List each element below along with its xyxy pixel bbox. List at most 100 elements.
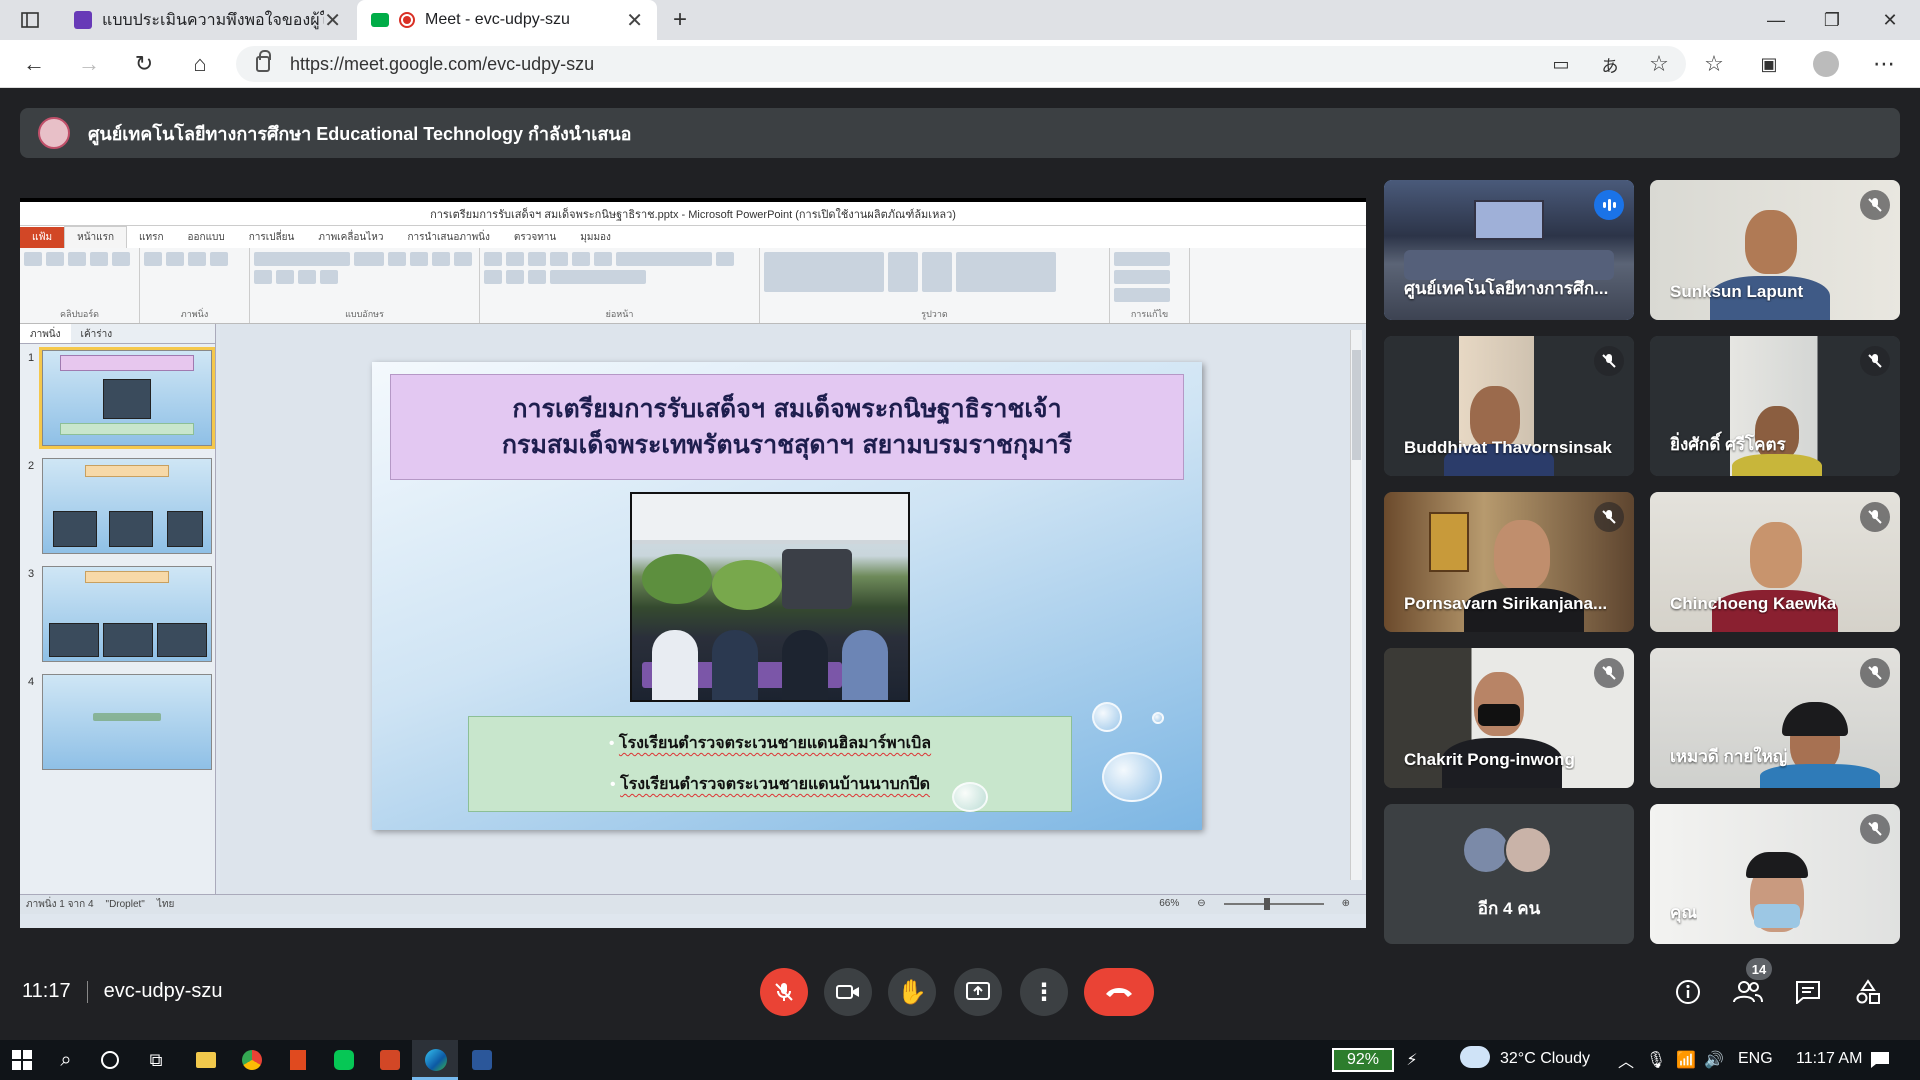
activities-icon: [1856, 979, 1880, 1004]
zoom-out-icon: ⊖: [1197, 898, 1206, 909]
line-icon[interactable]: [332, 1048, 356, 1072]
participant-name: Chinchoeng Kaewka: [1670, 594, 1837, 613]
new-tab-icon[interactable]: +: [668, 6, 692, 33]
more-participants-tile[interactable]: อีก 4 คน: [1384, 804, 1634, 944]
people-icon: [1733, 981, 1763, 1003]
input-language[interactable]: ENG: [1738, 1050, 1773, 1068]
mic-off-icon: [1860, 190, 1890, 220]
ppt-tab-design: ออกแบบ: [187, 232, 225, 243]
ppt-ribbon: คลิปบอร์ด ภาพนิ่ง แบบอักษร ย่อหน้า รูปวา…: [20, 248, 1366, 324]
close-tab-icon[interactable]: ✕: [626, 8, 643, 33]
weather-text[interactable]: 32°C Cloudy: [1500, 1050, 1590, 1068]
slides-panel: ภาพนิ่ง เค้าร่าง 1 2 3 4: [20, 324, 216, 894]
leave-call-button[interactable]: [1084, 968, 1154, 1016]
meeting-time: 11:17: [22, 980, 71, 1002]
browser-tab-bar: แบบประเมินความพึงพอใจของผู้ใช้งาน ✕ Meet…: [0, 0, 1920, 40]
mic-toggle-button[interactable]: [760, 968, 808, 1016]
browser-tab-survey[interactable]: แบบประเมินความพึงพอใจของผู้ใช้งาน ✕: [60, 0, 355, 40]
powerpoint-icon[interactable]: [378, 1048, 402, 1072]
thumb-number: 4: [28, 676, 35, 688]
status-language: ไทย: [156, 899, 175, 910]
hand-icon: ✋: [897, 978, 927, 1006]
more-options-button[interactable]: ⋮: [1020, 968, 1068, 1016]
close-tab-icon[interactable]: ✕: [324, 8, 341, 33]
camera-permission-icon[interactable]: ▭: [1547, 50, 1575, 78]
mic-off-icon: [1860, 502, 1890, 532]
info-icon: [1676, 980, 1700, 1004]
office-icon[interactable]: [286, 1048, 310, 1072]
chrome-icon[interactable]: [240, 1048, 264, 1072]
file-explorer-icon[interactable]: [194, 1048, 218, 1072]
forward-icon[interactable]: →: [75, 50, 103, 78]
droplet-decoration: [1152, 712, 1164, 724]
slide-photo: [630, 492, 910, 702]
droplet-decoration: [1102, 752, 1162, 802]
meeting-details: 11:17 evc-udpy-szu: [22, 980, 223, 1003]
wifi-icon[interactable]: 📶: [1674, 1048, 1698, 1072]
cortana-icon[interactable]: [98, 1048, 122, 1072]
mic-off-icon: [1860, 658, 1890, 688]
mic-off-icon: [1594, 658, 1624, 688]
search-icon[interactable]: ⌕: [54, 1048, 78, 1072]
participant-tile[interactable]: Pornsavarn Sirikanjana...: [1384, 492, 1634, 632]
meeting-details-button[interactable]: [1670, 974, 1706, 1010]
thumb-number: 1: [28, 352, 35, 364]
self-view-tile[interactable]: คุณ: [1650, 804, 1900, 944]
status-theme: "Droplet": [105, 899, 145, 910]
droplet-decoration: [1092, 702, 1122, 732]
word-icon[interactable]: [470, 1048, 494, 1072]
tab-title: Meet - evc-udpy-szu: [425, 11, 570, 28]
volume-icon[interactable]: 🔊: [1702, 1048, 1726, 1072]
participant-tile[interactable]: Buddhivat Thavornsinsak: [1384, 336, 1634, 476]
more-options-icon[interactable]: ⋯: [1870, 50, 1898, 78]
ppt-tab-home: หน้าแรก: [64, 226, 128, 248]
edge-icon[interactable]: [424, 1048, 448, 1072]
back-icon[interactable]: ←: [20, 50, 48, 78]
droplet-decoration: [952, 782, 988, 812]
activities-button[interactable]: [1850, 974, 1886, 1010]
close-window-icon[interactable]: ✕: [1878, 8, 1902, 32]
ppt-tab-review: ตรวจทาน: [513, 232, 557, 243]
reload-icon[interactable]: ↻: [130, 50, 158, 78]
profile-avatar[interactable]: [1812, 50, 1840, 78]
notifications-icon[interactable]: [1868, 1048, 1892, 1072]
participant-name: Sunksun Lapunt: [1670, 282, 1804, 301]
chat-button[interactable]: [1790, 974, 1826, 1010]
shared-screen: การเตรียมการรับเสด็จฯ สมเด็จพระกนิษฐาธิร…: [20, 198, 1366, 928]
participant-tile[interactable]: เหมวดี กายใหญ่: [1650, 648, 1900, 788]
ppt-window-title: การเตรียมการรับเสด็จฯ สมเด็จพระกนิษฐาธิร…: [20, 202, 1366, 226]
participant-count-badge: 14: [1746, 958, 1772, 980]
home-icon[interactable]: ⌂: [186, 50, 214, 78]
ribbon-group-slides: ภาพนิ่ง: [140, 248, 250, 323]
participant-tile[interactable]: Sunksun Lapunt: [1650, 180, 1900, 320]
participant-tile[interactable]: ยิ่งศักดิ์ ศรีโคตร: [1650, 336, 1900, 476]
ppt-ribbon-tabs: แฟ้ม หน้าแรก แทรก ออกแบบ การเปลี่ยน ภาพเ…: [20, 226, 1366, 248]
participant-tile[interactable]: Chakrit Pong-inwong: [1384, 648, 1634, 788]
url-field[interactable]: https://meet.google.com/evc-udpy-szu: [236, 46, 1686, 82]
participant-tile[interactable]: ศูนย์เทคโนโลยีทางการศึก...: [1384, 180, 1634, 320]
slide-bullet: โรงเรียนตำรวจตระเวนชายแดนบ้านนาบกปีด: [620, 774, 930, 793]
battery-indicator[interactable]: 92%: [1332, 1048, 1394, 1072]
task-view-icon[interactable]: ⧉: [144, 1048, 168, 1072]
raise-hand-button[interactable]: ✋: [888, 968, 936, 1016]
ribbon-group-drawing: รูปวาด: [760, 248, 1110, 323]
tab-actions-icon[interactable]: [18, 8, 42, 32]
collections-icon[interactable]: ▣: [1755, 50, 1783, 78]
camera-toggle-button[interactable]: [824, 968, 872, 1016]
taskbar-clock[interactable]: 11:17 AM: [1796, 1050, 1862, 1068]
camera-icon: [836, 985, 859, 999]
chevron-up-icon[interactable]: ︿: [1614, 1048, 1638, 1072]
present-now-button[interactable]: [954, 968, 1002, 1016]
browser-tab-meet[interactable]: Meet - evc-udpy-szu ✕: [357, 0, 657, 40]
add-favorite-icon[interactable]: ☆: [1645, 50, 1673, 78]
participant-tile[interactable]: Chinchoeng Kaewka: [1650, 492, 1900, 632]
favorites-icon[interactable]: ☆: [1700, 50, 1728, 78]
translate-icon[interactable]: あ: [1596, 50, 1624, 78]
ribbon-group-clipboard: คลิปบอร์ด: [20, 248, 140, 323]
restore-icon[interactable]: ❐: [1820, 8, 1844, 32]
zoom-control: 66% ⊖ ⊕: [1153, 897, 1356, 910]
minimize-icon[interactable]: —: [1764, 8, 1788, 32]
presenting-banner: ศูนย์เทคโนโลยีทางการศึกษา Educational Te…: [20, 108, 1900, 158]
windows-start-icon[interactable]: [10, 1048, 34, 1072]
microphone-icon[interactable]: 🎙: [1644, 1048, 1668, 1072]
